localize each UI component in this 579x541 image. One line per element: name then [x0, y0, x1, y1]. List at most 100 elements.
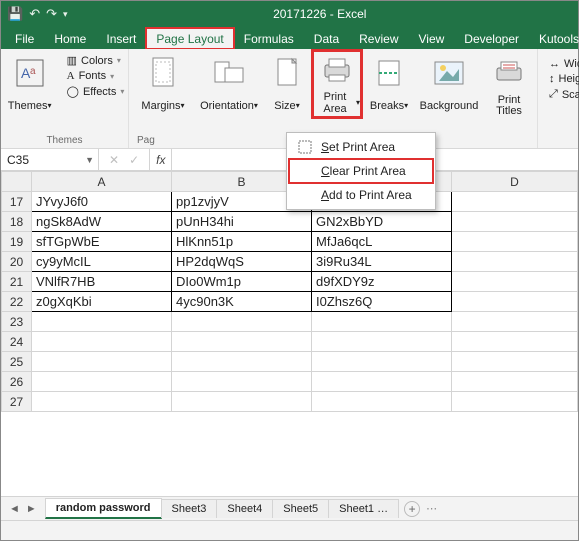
- cell[interactable]: [172, 332, 312, 352]
- col-header[interactable]: D: [452, 172, 578, 192]
- row-header[interactable]: 27: [2, 392, 32, 412]
- cell[interactable]: cy9yMcIL: [32, 252, 172, 272]
- cell[interactable]: [32, 392, 172, 412]
- cell[interactable]: [452, 272, 578, 292]
- tab-data[interactable]: Data: [304, 28, 349, 49]
- cell[interactable]: [452, 252, 578, 272]
- cell[interactable]: [452, 192, 578, 212]
- cell[interactable]: [312, 372, 452, 392]
- col-header[interactable]: A: [32, 172, 172, 192]
- cell[interactable]: [452, 292, 578, 312]
- row-header[interactable]: 23: [2, 312, 32, 332]
- cell[interactable]: [312, 352, 452, 372]
- tab-insert[interactable]: Insert: [96, 28, 146, 49]
- tab-kutools[interactable]: Kutools ›: [529, 28, 579, 49]
- cell[interactable]: GN2xBbYD: [312, 212, 452, 232]
- tab-page-layout[interactable]: Page Layout: [146, 28, 233, 49]
- qat-dropdown-icon[interactable]: ▾: [63, 9, 68, 20]
- new-sheet-button[interactable]: +: [404, 501, 420, 517]
- breaks-button[interactable]: Breaks ▾: [367, 51, 411, 119]
- row-header[interactable]: 24: [2, 332, 32, 352]
- fx-label[interactable]: fx: [150, 149, 172, 170]
- cell[interactable]: 4yc90n3K: [172, 292, 312, 312]
- tab-home[interactable]: Home: [44, 28, 96, 49]
- cell[interactable]: 3i9Ru34L: [312, 252, 452, 272]
- cell[interactable]: VNlfR7HB: [32, 272, 172, 292]
- name-box-dropdown-icon[interactable]: ▼: [85, 155, 94, 165]
- cell[interactable]: [172, 352, 312, 372]
- tab-formulas[interactable]: Formulas: [234, 28, 304, 49]
- margins-button[interactable]: Margins ▾: [135, 51, 191, 119]
- cell[interactable]: [452, 312, 578, 332]
- cell[interactable]: pUnH34hi: [172, 212, 312, 232]
- cell[interactable]: [312, 312, 452, 332]
- undo-icon[interactable]: ↶: [29, 6, 40, 22]
- print-titles-button[interactable]: Print Titles: [487, 51, 531, 119]
- cancel-icon[interactable]: ✕: [109, 153, 119, 167]
- width-control[interactable]: ↔Width: Au: [546, 57, 579, 71]
- redo-icon[interactable]: ↷: [46, 6, 57, 22]
- row-header[interactable]: 22: [2, 292, 32, 312]
- menu-add-print-area[interactable]: Add to Print Area: [289, 183, 433, 207]
- sheet-scroll-dots-icon[interactable]: ⋯: [426, 502, 437, 515]
- cell[interactable]: [452, 352, 578, 372]
- cell[interactable]: [32, 312, 172, 332]
- cell[interactable]: d9fXDY9z: [312, 272, 452, 292]
- tab-developer[interactable]: Developer: [454, 28, 529, 49]
- name-box[interactable]: C35 ▼: [1, 149, 99, 170]
- tab-view[interactable]: View: [409, 28, 455, 49]
- cell[interactable]: ngSk8AdW: [32, 212, 172, 232]
- cell[interactable]: DIo0Wm1p: [172, 272, 312, 292]
- row-header[interactable]: 25: [2, 352, 32, 372]
- themes-button[interactable]: Aa Themes ▾: [2, 51, 58, 119]
- menu-clear-print-area[interactable]: Clear Print Area: [289, 159, 433, 183]
- row-header[interactable]: 20: [2, 252, 32, 272]
- size-button[interactable]: Size ▾: [267, 51, 307, 119]
- cell[interactable]: z0gXqKbi: [32, 292, 172, 312]
- select-all-corner[interactable]: [2, 172, 32, 192]
- cell[interactable]: [172, 372, 312, 392]
- row-header[interactable]: 17: [2, 192, 32, 212]
- orientation-button[interactable]: Orientation ▾: [197, 51, 261, 119]
- height-control[interactable]: ↕Height: Au: [546, 72, 579, 86]
- sheet-tab[interactable]: random password: [45, 498, 162, 519]
- colors-button[interactable]: ▥Colors▾: [64, 53, 128, 68]
- cell[interactable]: [452, 332, 578, 352]
- cell[interactable]: [32, 332, 172, 352]
- cell[interactable]: [32, 352, 172, 372]
- menu-set-print-area[interactable]: Set Print Area: [289, 135, 433, 159]
- tab-review[interactable]: Review: [349, 28, 408, 49]
- sheet-tab[interactable]: Sheet1 …: [328, 499, 399, 518]
- cell[interactable]: [452, 392, 578, 412]
- background-button[interactable]: Background: [417, 51, 481, 119]
- row-header[interactable]: 19: [2, 232, 32, 252]
- cell[interactable]: I0Zhsz6Q: [312, 292, 452, 312]
- cell[interactable]: sfTGpWbE: [32, 232, 172, 252]
- sheet-tab[interactable]: Sheet5: [272, 499, 329, 518]
- cell[interactable]: MfJa6qcL: [312, 232, 452, 252]
- cell[interactable]: [32, 372, 172, 392]
- cell[interactable]: [452, 212, 578, 232]
- sheet-tab[interactable]: Sheet3: [161, 499, 218, 518]
- cell[interactable]: HlKnn51p: [172, 232, 312, 252]
- sheet-tab[interactable]: Sheet4: [216, 499, 273, 518]
- save-icon[interactable]: 💾: [7, 6, 23, 22]
- fonts-button[interactable]: AFonts▾: [64, 69, 128, 83]
- worksheet-grid[interactable]: A B C D 17JYvyJ6f0pp1zvjyVG9XGBFQJ18ngSk…: [1, 171, 578, 496]
- sheet-nav[interactable]: ◄►: [1, 503, 45, 515]
- row-header[interactable]: 18: [2, 212, 32, 232]
- cell[interactable]: [452, 372, 578, 392]
- cell[interactable]: [452, 232, 578, 252]
- sheet-nav-next-icon[interactable]: ►: [26, 503, 37, 515]
- cell[interactable]: [312, 332, 452, 352]
- cell[interactable]: [172, 312, 312, 332]
- tab-file[interactable]: File: [5, 28, 44, 49]
- sheet-nav-prev-icon[interactable]: ◄: [9, 503, 20, 515]
- effects-button[interactable]: ◯Effects▾: [64, 84, 128, 99]
- cell[interactable]: HP2dqWqS: [172, 252, 312, 272]
- row-header[interactable]: 21: [2, 272, 32, 292]
- scale-control[interactable]: ⤢Scale:: [546, 87, 579, 102]
- enter-icon[interactable]: ✓: [129, 153, 139, 167]
- row-header[interactable]: 26: [2, 372, 32, 392]
- print-area-button[interactable]: Print Area ▾: [313, 51, 361, 117]
